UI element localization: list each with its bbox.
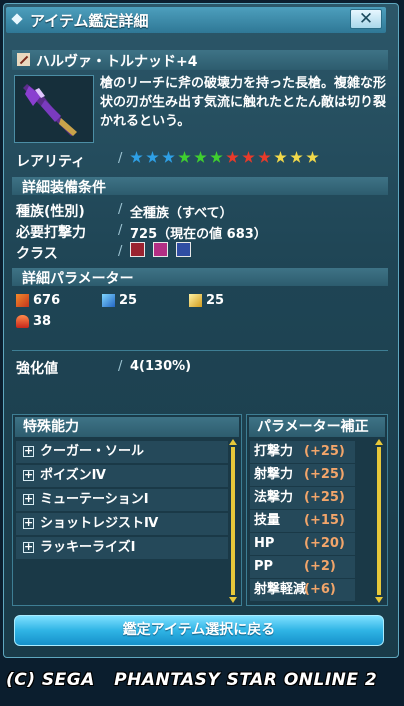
item-name-bar: ハルヴァ・トルナッド+4 xyxy=(12,50,388,70)
enhancement-value: 4(130%) xyxy=(130,359,192,374)
param-bonus-label: 射撃力 xyxy=(254,467,294,482)
expand-plus-icon: + xyxy=(23,444,34,457)
element-fire-icon xyxy=(16,315,29,328)
param-bonus-value: (+25) xyxy=(304,490,345,505)
ability-label: ポイズンⅣ xyxy=(40,468,106,483)
class-label: クラス xyxy=(16,246,58,262)
scroll-down-arrow-icon[interactable] xyxy=(229,597,237,603)
param-bonus-item: HP (+20) xyxy=(250,533,355,555)
race-label: 種族(性別) xyxy=(16,204,85,220)
striking-attack-icon xyxy=(16,294,29,307)
param-bonus-item: 法撃力 (+25) xyxy=(250,487,355,509)
enhancement-label: 強化値 xyxy=(16,361,58,377)
param-bonus-item: 打撃力 (+25) xyxy=(250,441,355,463)
abilities-scrollbar-thumb[interactable] xyxy=(231,447,235,595)
expand-plus-icon: + xyxy=(23,516,34,529)
ability-item[interactable]: + ポイズンⅣ xyxy=(16,465,228,487)
ranged-attack-value: 25 xyxy=(119,293,138,308)
param-bonus-item: 射撃力 (+25) xyxy=(250,464,355,486)
ability-item[interactable]: + クーガー・ソール xyxy=(16,441,228,463)
return-to-appraisal-selection-button[interactable]: 鑑定アイテム選択に戻る xyxy=(14,615,384,646)
required-attack-divider: / xyxy=(118,223,123,238)
race-divider: / xyxy=(118,202,123,217)
rarity-divider: / xyxy=(118,151,123,166)
special-abilities-header: 特殊能力 xyxy=(15,417,239,437)
item-description: 槍のリーチに斧の破壊力を持った長槍。複雑な形状の刃が生み出す気流に触れたとたん敵… xyxy=(100,76,387,129)
param-bonus-label: 法撃力 xyxy=(254,490,294,505)
ability-item[interactable]: + ラッキーライズⅠ xyxy=(16,537,228,559)
ability-label: クーガー・ソール xyxy=(40,444,145,459)
param-bonus-label: 打撃力 xyxy=(254,444,294,459)
element-fire-value: 38 xyxy=(33,314,52,329)
ability-item[interactable]: + ショットレジストⅣ xyxy=(16,513,228,535)
param-bonus-panel: パラメーター補正 打撃力 (+25) 射撃力 (+25) 法撃力 (+25) 技… xyxy=(246,414,388,606)
technique-attack-value: 25 xyxy=(206,293,225,308)
divider-line xyxy=(12,350,388,351)
required-attack-value: 725（現在の値 683） xyxy=(130,227,267,242)
race-value: 全種族（すべて） xyxy=(130,206,233,221)
item-name: ハルヴァ・トルナッド+4 xyxy=(36,54,198,70)
ranged-attack-icon xyxy=(102,294,115,307)
param-bonus-label: PP xyxy=(254,559,274,574)
footer: (C) SEGA PHANTASY STAR ONLINE 2 xyxy=(0,664,404,706)
enhancement-divider: / xyxy=(118,359,123,374)
fighter-class-icon xyxy=(153,242,168,257)
requirements-header: 詳細装備条件 xyxy=(22,180,106,196)
expand-plus-icon: + xyxy=(23,468,34,481)
param-bonus-value: (+25) xyxy=(304,467,345,482)
scroll-up-arrow-icon[interactable] xyxy=(375,439,383,445)
rarity-label: レアリティ xyxy=(16,154,86,170)
technique-attack-icon xyxy=(189,294,202,307)
param-bonus-item: 技量 (+15) xyxy=(250,510,355,532)
param-bonus-label: 技量 xyxy=(254,513,281,528)
param-bonus-value: (+6) xyxy=(304,582,336,597)
param-bonus-label: HP xyxy=(254,536,275,551)
param-bonus-value: (+20) xyxy=(304,536,345,551)
parameters-section-header: 詳細パラメーター xyxy=(12,268,388,287)
title-diamond-icon xyxy=(11,13,23,25)
ability-label: ミューテーションⅠ xyxy=(40,492,149,507)
param-bonus-value: (+25) xyxy=(304,444,345,459)
param-bonus-item: 射撃軽減 (+6) xyxy=(250,579,355,601)
scroll-down-arrow-icon[interactable] xyxy=(375,597,383,603)
title-bar: アイテム鑑定詳細 ✕ xyxy=(6,7,386,33)
requirements-section-header: 詳細装備条件 xyxy=(12,177,388,196)
striking-attack-value: 676 xyxy=(33,293,61,308)
guardian-class-icon xyxy=(176,242,191,257)
bonus-scrollbar-thumb[interactable] xyxy=(377,447,381,595)
param-bonus-item: PP (+2) xyxy=(250,556,355,578)
partisan-weapon-icon xyxy=(17,53,30,66)
hunter-class-icon xyxy=(130,242,145,257)
expand-plus-icon: + xyxy=(23,492,34,505)
ability-label: ショットレジストⅣ xyxy=(40,516,159,531)
parameters-header: 詳細パラメーター xyxy=(22,271,134,287)
param-bonus-value: (+15) xyxy=(304,513,345,528)
class-divider: / xyxy=(118,244,123,259)
item-thumbnail xyxy=(14,75,94,143)
expand-plus-icon: + xyxy=(23,540,34,553)
ability-label: ラッキーライズⅠ xyxy=(40,540,136,555)
param-bonus-header: パラメーター補正 xyxy=(249,417,385,437)
window-title: アイテム鑑定詳細 xyxy=(30,12,149,30)
scroll-up-arrow-icon[interactable] xyxy=(229,439,237,445)
required-attack-label: 必要打撃力 xyxy=(16,225,86,241)
param-bonus-value: (+2) xyxy=(304,559,336,574)
param-bonus-label: 射撃軽減 xyxy=(254,582,307,597)
special-abilities-panel: 特殊能力 + クーガー・ソール + ポイズンⅣ + ミューテーションⅠ + ショ… xyxy=(12,414,242,606)
ability-item[interactable]: + ミューテーションⅠ xyxy=(16,489,228,511)
close-button[interactable]: ✕ xyxy=(350,9,382,29)
copyright-text: (C) SEGA PHANTASY STAR ONLINE 2 xyxy=(6,670,378,690)
